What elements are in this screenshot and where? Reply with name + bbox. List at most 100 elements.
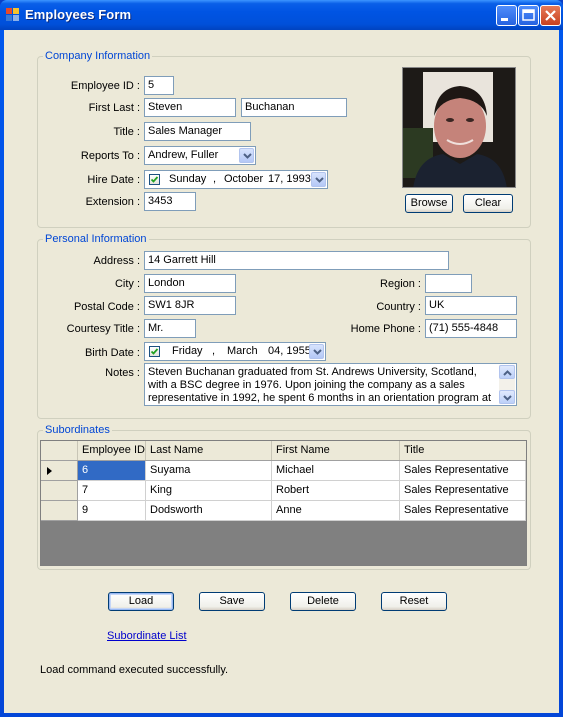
grid-header: Employee ID Last Name First Name Title — [41, 441, 526, 461]
birth-date-day-year: 04, 1955 — [268, 345, 311, 357]
city-label: City : — [114, 278, 140, 290]
cell-first-name[interactable]: Michael — [272, 461, 400, 481]
region-field[interactable] — [425, 274, 472, 293]
region-label: Region : — [380, 278, 421, 290]
delete-button[interactable]: Delete — [290, 592, 356, 611]
scroll-down-button[interactable] — [499, 390, 515, 404]
cell-last-name[interactable]: King — [146, 481, 272, 501]
address-label: Address : — [93, 255, 140, 267]
reports-to-dropdown-button[interactable] — [239, 148, 254, 163]
employee-id-field[interactable]: 5 — [144, 76, 174, 95]
subordinate-list-link[interactable]: Subordinate List — [107, 630, 187, 642]
reset-button[interactable]: Reset — [381, 592, 447, 611]
birth-date-checkbox[interactable] — [149, 346, 160, 357]
column-header-title[interactable]: Title — [400, 441, 526, 460]
employee-id-label: Employee ID : — [70, 80, 140, 92]
grid-corner-header — [41, 441, 78, 460]
title-label: Title : — [113, 126, 141, 138]
app-icon — [6, 8, 20, 22]
row-header[interactable] — [41, 461, 78, 481]
hire-date-separator: , — [213, 173, 217, 185]
cell-title[interactable]: Sales Representative — [400, 501, 526, 521]
notes-textarea[interactable]: Steven Buchanan graduated from St. Andre… — [144, 363, 517, 406]
row-header[interactable] — [41, 481, 78, 501]
clear-button[interactable]: Clear — [463, 194, 513, 213]
table-row[interactable]: 6 Suyama Michael Sales Representative — [41, 461, 526, 481]
company-information-legend: Company Information — [45, 50, 151, 62]
birth-date-label: Birth Date : — [84, 347, 140, 359]
chevron-down-icon — [313, 349, 322, 355]
checkmark-icon — [150, 348, 159, 355]
load-button[interactable]: Load — [108, 592, 174, 611]
home-phone-field[interactable]: (71) 555-4848 — [425, 319, 517, 338]
maximize-icon — [522, 9, 535, 21]
employee-portrait-image — [403, 68, 515, 187]
title-field[interactable]: Sales Manager — [144, 122, 251, 141]
chevron-down-icon — [315, 177, 324, 183]
reports-to-value: Andrew, Fuller — [148, 149, 219, 161]
birth-date-dropdown-button[interactable] — [309, 344, 324, 359]
reports-to-label: Reports To : — [80, 150, 140, 162]
cell-first-name[interactable]: Anne — [272, 501, 400, 521]
table-row[interactable]: 9 Dodsworth Anne Sales Representative — [41, 501, 526, 521]
browse-button[interactable]: Browse — [405, 194, 453, 213]
cell-last-name[interactable]: Suyama — [146, 461, 272, 481]
hire-date-picker[interactable]: Sunday , October 17, 1993 — [144, 170, 328, 189]
address-field[interactable]: 14 Garrett Hill — [144, 251, 449, 270]
country-field[interactable]: UK — [425, 296, 517, 315]
notes-label: Notes : — [105, 367, 140, 379]
birth-date-separator: , — [212, 345, 216, 357]
cell-employee-id[interactable]: 9 — [78, 501, 146, 521]
city-field[interactable]: London — [144, 274, 236, 293]
chevron-down-icon — [243, 153, 252, 159]
row-header[interactable] — [41, 501, 78, 521]
cell-first-name[interactable]: Robert — [272, 481, 400, 501]
notes-scrollbar[interactable] — [499, 365, 515, 404]
postal-code-label: Postal Code : — [73, 301, 140, 313]
reports-to-combo[interactable]: Andrew, Fuller — [144, 146, 256, 165]
cell-last-name[interactable]: Dodsworth — [146, 501, 272, 521]
close-button[interactable] — [540, 5, 561, 26]
table-row[interactable]: 7 King Robert Sales Representative — [41, 481, 526, 501]
maximize-button[interactable] — [518, 5, 539, 26]
hire-date-checkbox[interactable] — [149, 174, 160, 185]
chevron-up-icon — [503, 370, 512, 376]
subordinates-grid[interactable]: Employee ID Last Name First Name Title 6… — [40, 440, 527, 566]
postal-code-field[interactable]: SW1 8JR — [144, 296, 236, 315]
minimize-button[interactable] — [496, 5, 517, 26]
courtesy-title-label: Courtesy Title : — [66, 323, 140, 335]
last-name-field[interactable]: Buchanan — [241, 98, 347, 117]
save-button[interactable]: Save — [199, 592, 265, 611]
birth-date-picker[interactable]: Friday , March 04, 1955 — [144, 342, 326, 361]
extension-field[interactable]: 3453 — [144, 192, 196, 211]
column-header-last-name[interactable]: Last Name — [146, 441, 272, 460]
extension-label: Extension : — [85, 196, 140, 208]
close-icon — [545, 10, 556, 21]
hire-date-weekday: Sunday — [169, 173, 207, 185]
checkmark-icon — [150, 176, 159, 183]
home-phone-label: Home Phone : — [350, 323, 421, 335]
cell-employee-id[interactable]: 6 — [78, 461, 146, 481]
cell-title[interactable]: Sales Representative — [400, 461, 526, 481]
personal-information-legend: Personal Information — [45, 233, 147, 245]
chevron-down-icon — [503, 395, 512, 401]
column-header-first-name[interactable]: First Name — [272, 441, 400, 460]
employee-photo — [402, 67, 516, 188]
scroll-up-button[interactable] — [499, 365, 515, 379]
column-header-employee-id[interactable]: Employee ID — [78, 441, 146, 460]
hire-date-month: October — [224, 173, 264, 185]
title-bar[interactable]: Employees Form — [0, 0, 563, 30]
hire-date-dropdown-button[interactable] — [311, 172, 326, 187]
cell-title[interactable]: Sales Representative — [400, 481, 526, 501]
hire-date-day-year: 17, 1993 — [268, 173, 311, 185]
first-name-field[interactable]: Steven — [144, 98, 236, 117]
current-row-arrow-icon — [47, 467, 52, 475]
form-client-area: Company Information Employee ID : 5 Firs… — [4, 30, 559, 713]
employees-form-window: Employees Form Company Information Emplo… — [0, 0, 563, 717]
window-title: Employees Form — [25, 7, 132, 22]
cell-employee-id[interactable]: 7 — [78, 481, 146, 501]
birth-date-month: March — [227, 345, 258, 357]
hire-date-label: Hire Date : — [87, 174, 140, 186]
courtesy-title-field[interactable]: Mr. — [144, 319, 196, 338]
minimize-icon — [501, 18, 508, 21]
